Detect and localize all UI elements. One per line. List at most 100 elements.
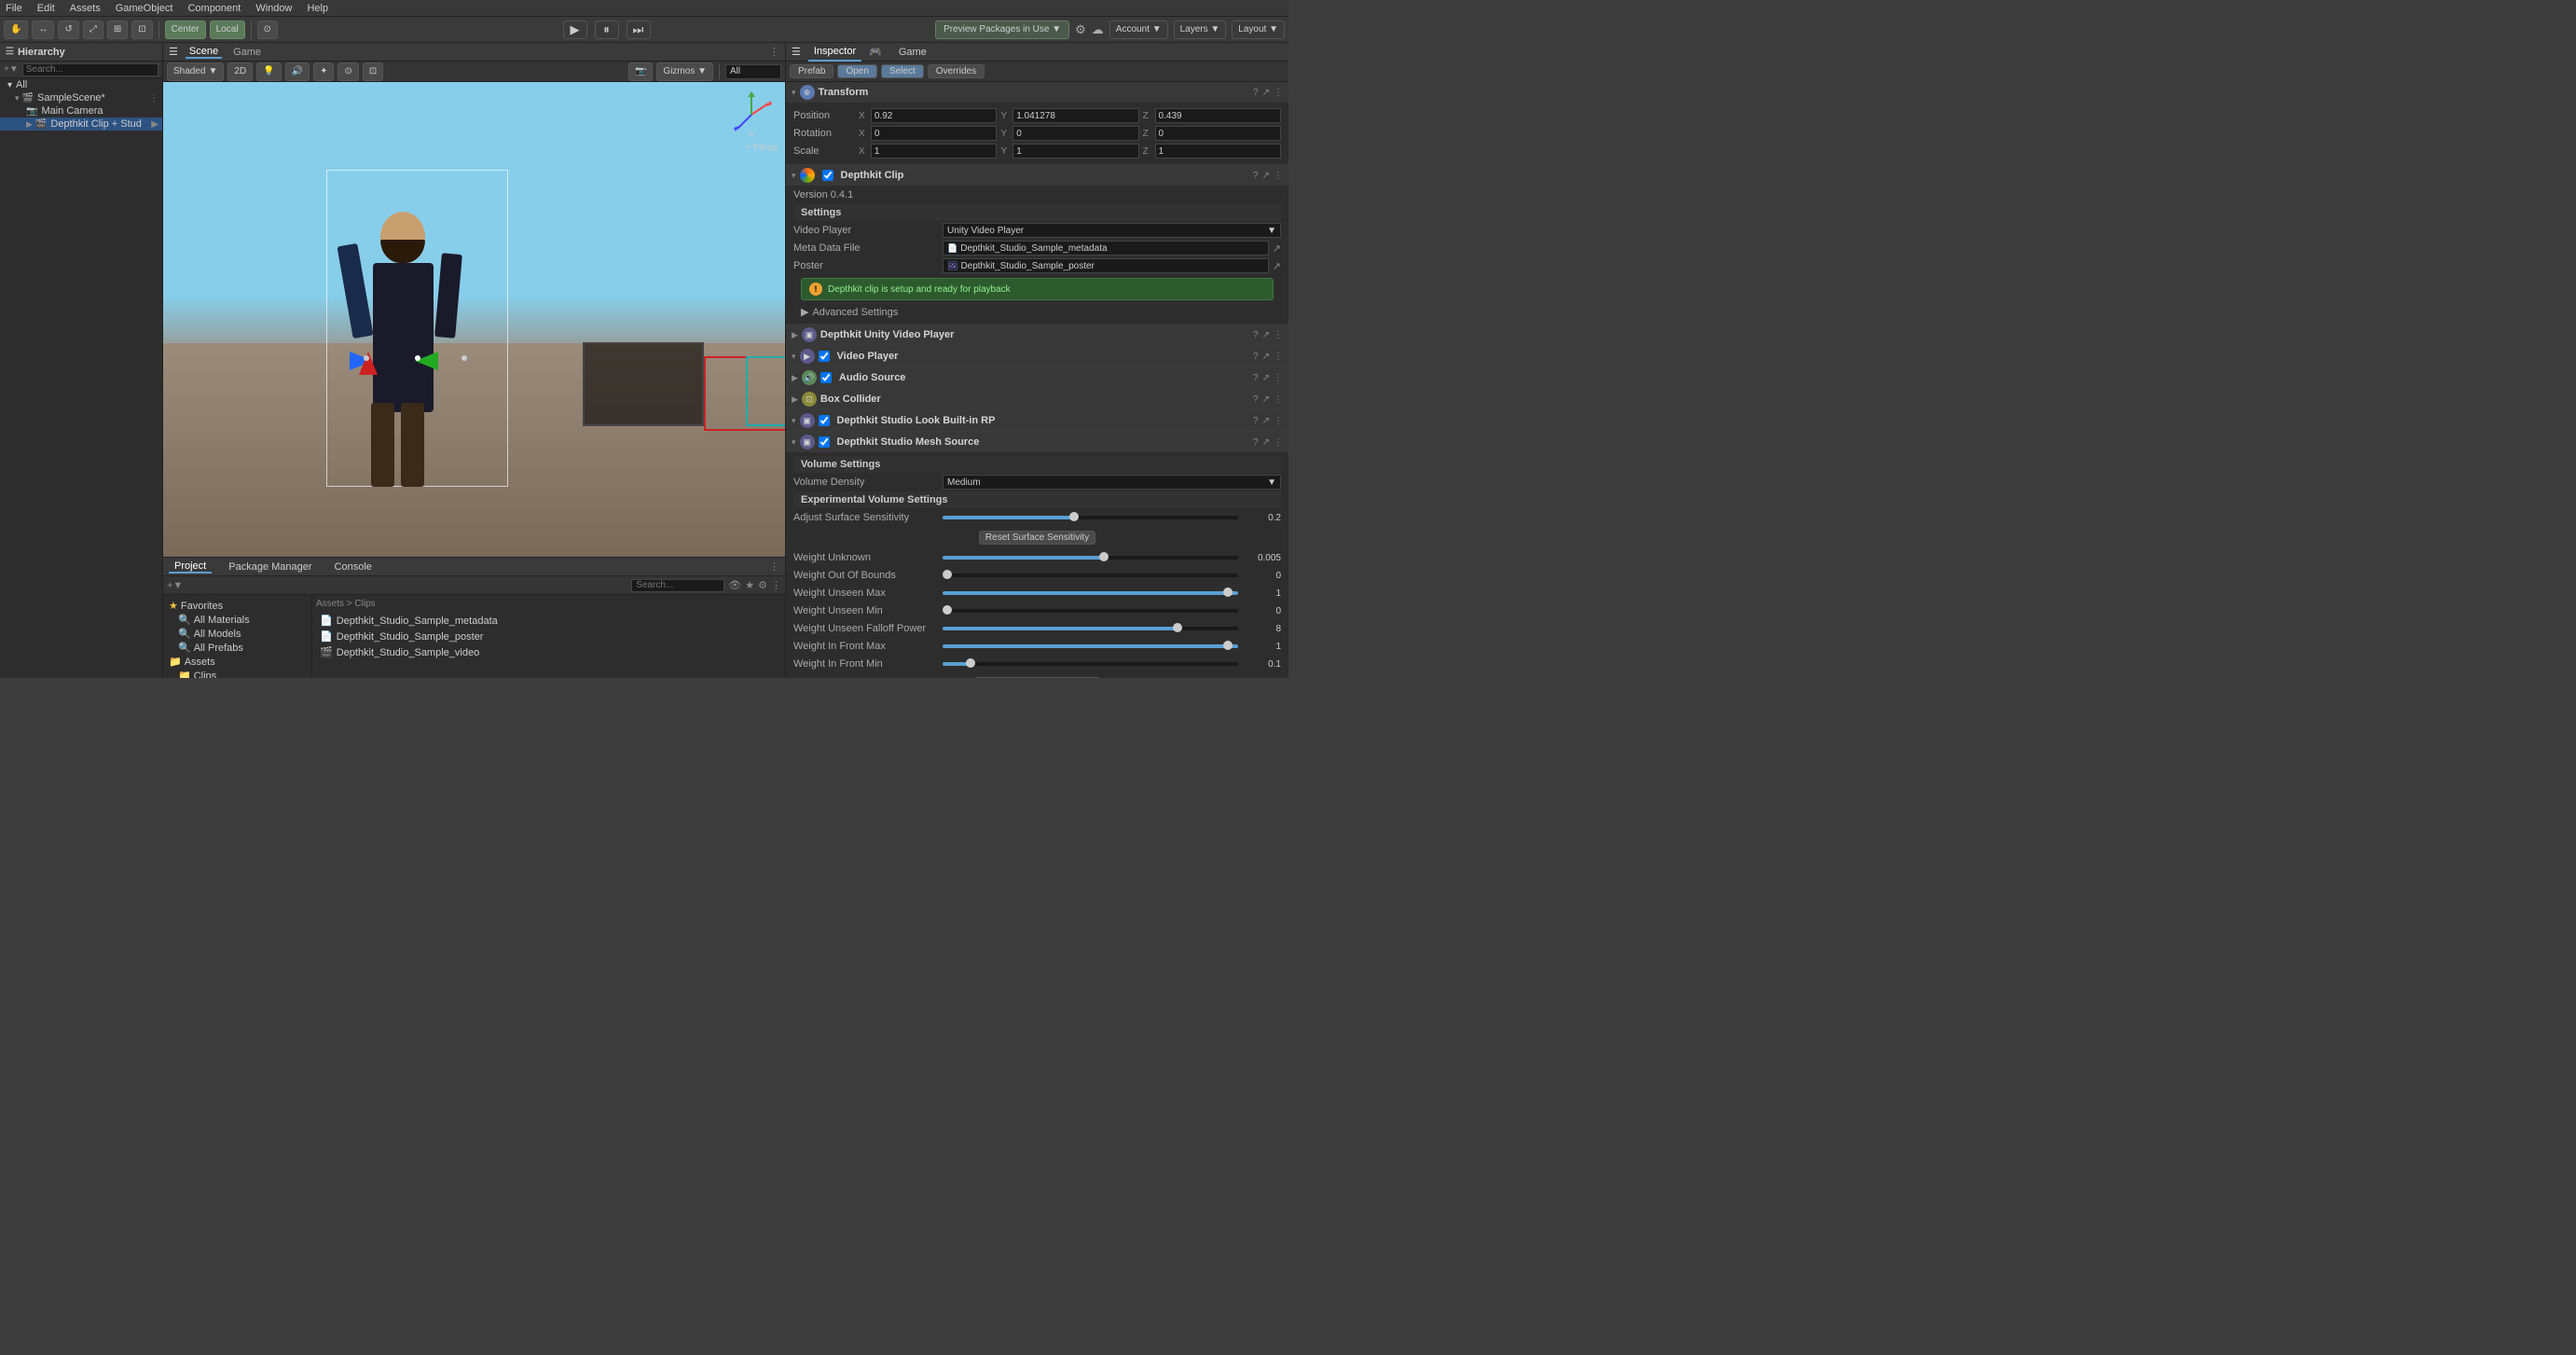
scale-y-input[interactable] [1012, 144, 1138, 159]
camera-btn[interactable]: 📷 [628, 62, 653, 81]
scene-tab[interactable]: Scene [186, 46, 222, 59]
hierarchy-search[interactable] [22, 63, 158, 76]
hierarchy-maincamera[interactable]: 📷 Main Camera [0, 104, 162, 118]
play-button[interactable]: ▶ [563, 21, 587, 39]
bc-q2[interactable]: ↗ [1262, 394, 1270, 405]
menu-assets[interactable]: Assets [68, 3, 103, 14]
all-prefabs-item[interactable]: 🔍 All Prefabs [167, 641, 308, 655]
tool-rect[interactable]: ⊞ [107, 21, 128, 39]
weight-front-max-slider[interactable]: 1 [943, 642, 1281, 652]
oob-thumb[interactable] [943, 570, 952, 579]
weight-unseen-max-slider[interactable]: 1 [943, 588, 1281, 599]
pos-x-input[interactable] [871, 108, 997, 123]
dkvp-more[interactable]: ⋮ [1274, 330, 1283, 340]
transform-more[interactable]: ⋮ [1274, 88, 1283, 98]
asset-metadata[interactable]: 📄 Depthkit_Studio_Sample_metadata [316, 613, 781, 629]
game-tab[interactable]: Game [229, 47, 265, 58]
select-btn[interactable]: Select [881, 64, 924, 78]
scene-extra2[interactable]: ⊡ [363, 62, 383, 81]
as-q2[interactable]: ↗ [1262, 373, 1270, 383]
asset-poster[interactable]: 📄 Depthkit_Studio_Sample_poster [316, 629, 781, 644]
dkl-q[interactable]: ? [1253, 416, 1259, 426]
dk-look-header[interactable]: ▾ ▣ Depthkit Studio Look Built-in RP ? ↗… [786, 410, 1288, 431]
vp-enabled[interactable] [819, 351, 830, 362]
all-models-item[interactable]: 🔍 All Models [167, 627, 308, 641]
project-search[interactable] [631, 579, 724, 592]
wfmin-thumb[interactable] [966, 658, 975, 668]
asset-video[interactable]: 🎬 Depthkit_Studio_Sample_video [316, 644, 781, 660]
scene-gizmos-widget[interactable]: ⊙ [726, 90, 778, 141]
depthkit-options[interactable]: ▶ [151, 119, 158, 130]
vp-q2[interactable]: ↗ [1262, 352, 1270, 362]
bc-more[interactable]: ⋮ [1274, 394, 1283, 405]
project-gear-btn[interactable]: ⚙ [758, 579, 767, 592]
dkm-q2[interactable]: ↗ [1262, 437, 1270, 448]
favorites-item[interactable]: ★ Favorites [167, 599, 308, 613]
project-eye-btn[interactable]: 👁 [728, 579, 741, 592]
shading-dropdown[interactable]: Shaded ▼ [167, 62, 224, 81]
menu-help[interactable]: Help [305, 3, 330, 14]
preview-packages-button[interactable]: Preview Packages in Use ▼ [935, 21, 1069, 39]
pause-button[interactable]: ⏸ [595, 21, 619, 39]
audio-source-header[interactable]: ▶ 🔊 Audio Source ? ↗ ⋮ [786, 367, 1288, 388]
advanced-settings-toggle[interactable]: ▶ Advanced Settings [793, 304, 1281, 320]
as-more[interactable]: ⋮ [1274, 373, 1283, 383]
inspector-tab[interactable]: Inspector [808, 43, 861, 62]
project-more-btn[interactable]: ⋮ [771, 579, 781, 592]
scene-extra1[interactable]: ⊙ [337, 62, 358, 81]
package-manager-tab[interactable]: Package Manager [223, 561, 317, 573]
step-button[interactable]: ⏭ [627, 21, 651, 39]
hierarchy-options[interactable]: ⋮ [149, 93, 158, 104]
overrides-btn[interactable]: Overrides [928, 64, 985, 78]
open-btn[interactable]: Open [837, 64, 876, 78]
dkl-more[interactable]: ⋮ [1274, 416, 1283, 426]
menu-edit[interactable]: Edit [35, 3, 57, 14]
weight-unknown-slider[interactable]: 0.005 [943, 553, 1281, 563]
tool-extra[interactable]: ⊙ [257, 21, 278, 39]
box-collider-header[interactable]: ▶ ⊡ Box Collider ? ↗ ⋮ [786, 389, 1288, 409]
tool-scale[interactable]: ⤢ [83, 21, 103, 39]
wum-thumb[interactable] [1223, 588, 1233, 597]
wf-thumb[interactable] [1173, 623, 1182, 632]
wumin-thumb[interactable] [943, 605, 952, 615]
dkl-enabled[interactable] [819, 415, 830, 426]
pos-z-input[interactable] [1155, 108, 1281, 123]
dk-mesh-header[interactable]: ▾ ▣ Depthkit Studio Mesh Source ? ↗ ⋮ [786, 432, 1288, 452]
game-tab[interactable]: Game [893, 43, 932, 62]
gizmos-btn[interactable]: Gizmos ▼ [656, 62, 713, 81]
transform-header[interactable]: ▾ ⊕ Transform ? ↗ ⋮ [786, 82, 1288, 103]
bc-q[interactable]: ? [1253, 394, 1259, 405]
scene-search[interactable] [725, 64, 781, 79]
surface-sensitivity-thumb[interactable] [1069, 512, 1079, 521]
weight-front-min-slider[interactable]: 0.1 [943, 659, 1281, 670]
center-toggle[interactable]: Center [165, 21, 206, 39]
wu-thumb[interactable] [1099, 552, 1109, 561]
dk-enabled-checkbox[interactable] [822, 170, 833, 181]
video-player-dropdown[interactable]: Unity Video Player ▼ [943, 223, 1281, 238]
scale-x-input[interactable] [871, 144, 997, 159]
dkl-q2[interactable]: ↗ [1262, 416, 1270, 426]
dk-more[interactable]: ⋮ [1274, 171, 1283, 181]
depthkit-clip-header[interactable]: ▾ Depthkit Clip ? ↗ ⋮ [786, 165, 1288, 186]
account-dropdown[interactable]: Account ▼ [1109, 21, 1168, 39]
tool-transform[interactable]: ⊡ [131, 21, 152, 39]
menu-gameobject[interactable]: GameObject [114, 3, 175, 14]
surface-sensitivity-slider[interactable]: 0.2 [943, 513, 1281, 523]
as-q[interactable]: ? [1253, 373, 1259, 383]
metadata-file[interactable]: 📄 Depthkit_Studio_Sample_metadata [943, 241, 1269, 256]
dk-q2[interactable]: ↗ [1262, 171, 1270, 181]
audio-toggle[interactable]: 🔊 [285, 62, 310, 81]
assets-item[interactable]: 📁 Assets [167, 655, 308, 669]
transform-q1[interactable]: ? [1253, 88, 1259, 98]
console-tab[interactable]: Console [329, 561, 378, 573]
rot-z-input[interactable] [1155, 126, 1281, 141]
hierarchy-all[interactable]: ▾ All [0, 78, 162, 91]
fx-toggle[interactable]: ✦ [313, 62, 334, 81]
wfm-thumb[interactable] [1223, 641, 1233, 650]
vp-more[interactable]: ⋮ [1274, 352, 1283, 362]
project-options[interactable]: ⋮ [769, 560, 779, 573]
project-tab[interactable]: Project [169, 560, 212, 574]
tool-rotate[interactable]: ↺ [58, 21, 78, 39]
poster-file[interactable]: 🖼 Depthkit_Studio_Sample_poster [943, 258, 1269, 273]
load-front-biased-btn[interactable]: Load Front Biased Defaults [974, 677, 1100, 678]
